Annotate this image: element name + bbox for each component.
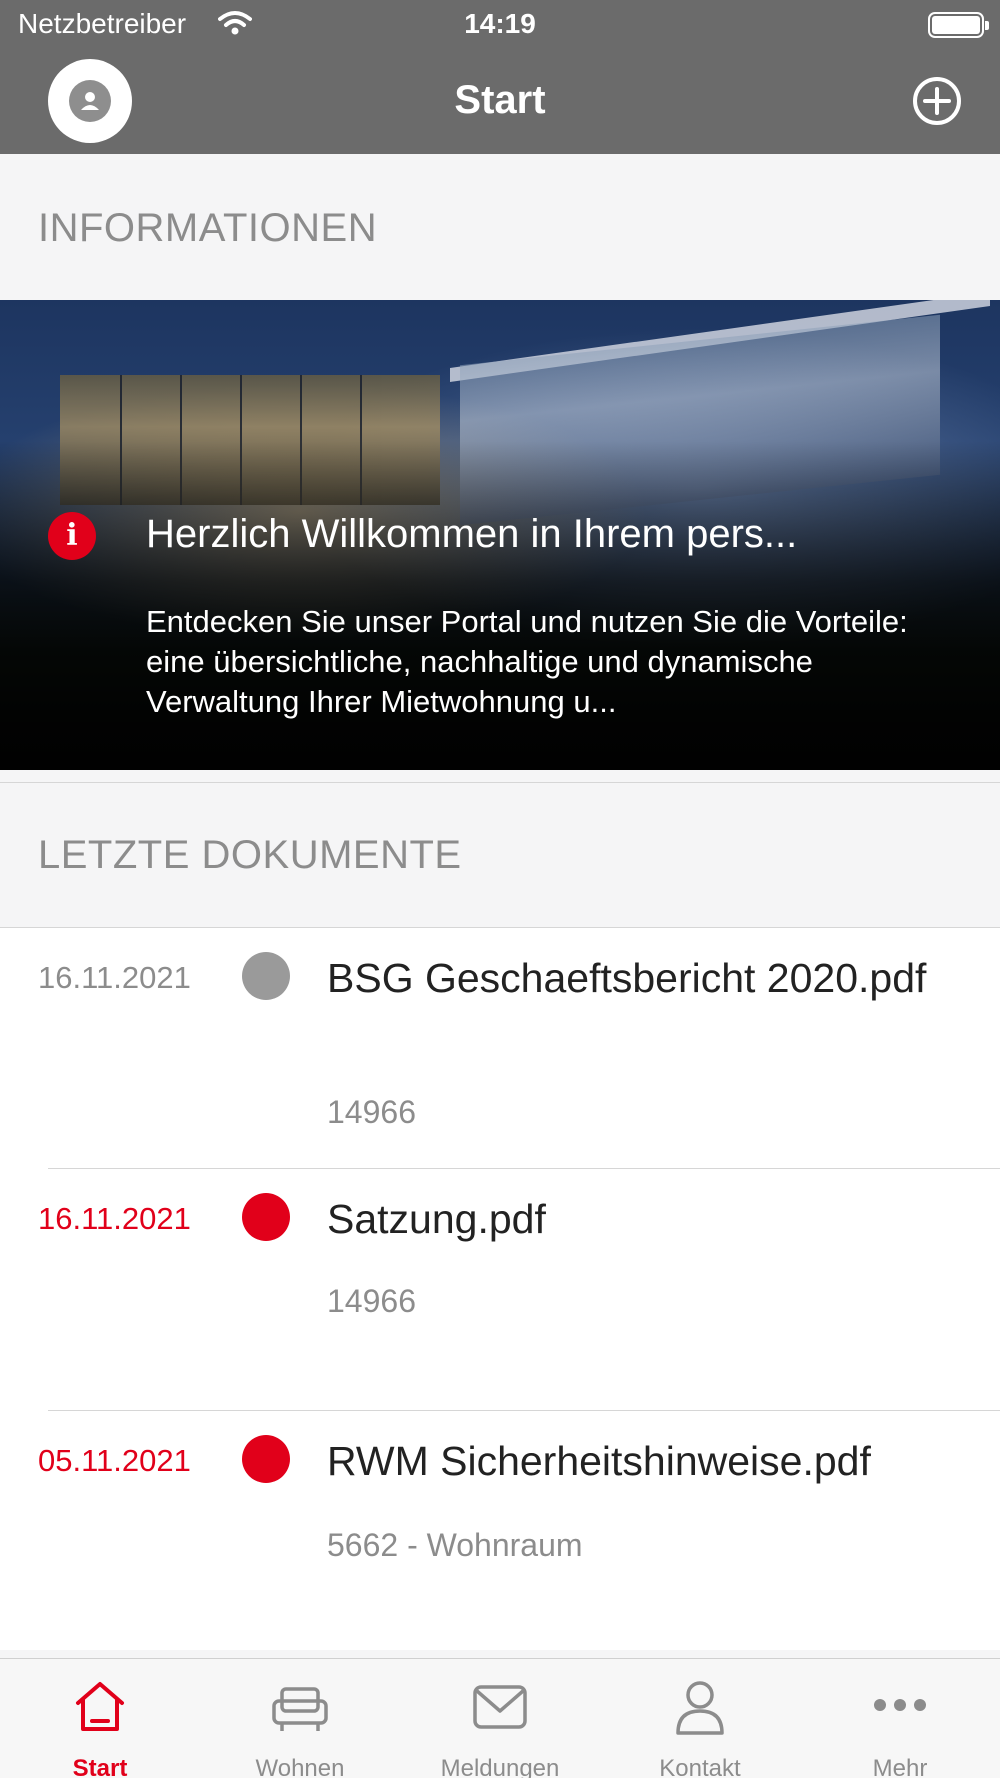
- document-status-dot: [242, 1435, 290, 1483]
- more-dots-icon: [874, 1699, 926, 1711]
- info-icon: i: [48, 512, 96, 560]
- home-icon: [76, 1682, 124, 1731]
- document-list: 16.11.2021 BSG Geschaeftsbericht 2020.pd…: [0, 928, 1000, 1650]
- document-subtitle: 14966: [327, 1094, 416, 1130]
- document-name: BSG Geschaeftsbericht 2020.pdf: [327, 955, 927, 1001]
- tab-label: Mehr: [872, 1755, 928, 1778]
- tab-wohnen[interactable]: Wohnen: [200, 1659, 400, 1778]
- info-section-header: INFORMATIONEN: [0, 154, 1000, 300]
- document-name: RWM Sicherheitshinweise.pdf: [327, 1438, 871, 1484]
- banner-body: Entdecken Sie unser Portal und nutzen Si…: [146, 604, 908, 719]
- document-row[interactable]: 16.11.2021 BSG Geschaeftsbericht 2020.pd…: [0, 928, 1000, 1169]
- document-name: Satzung.pdf: [327, 1196, 546, 1242]
- document-date: 16.11.2021: [38, 960, 191, 995]
- add-circle-icon[interactable]: [912, 76, 962, 126]
- docs-section-header: LETZTE DOKUMENTE: [0, 782, 1000, 928]
- tab-meldungen[interactable]: Meldungen: [400, 1659, 600, 1778]
- tab-kontakt[interactable]: Kontakt: [600, 1659, 800, 1778]
- battery-icon: [928, 12, 989, 38]
- document-date: 16.11.2021: [38, 1201, 191, 1236]
- tab-label: Meldungen: [440, 1755, 560, 1778]
- info-section-title: INFORMATIONEN: [38, 206, 378, 250]
- document-row[interactable]: 16.11.2021 Satzung.pdf 14966: [0, 1169, 1000, 1411]
- document-status-dot: [242, 1193, 290, 1241]
- document-row[interactable]: 05.11.2021 RWM Sicherheitshinweise.pdf 5…: [0, 1411, 1000, 1650]
- tab-label: Start: [72, 1755, 128, 1778]
- welcome-banner[interactable]: i Herzlich Willkommen in Ihrem pers... E…: [0, 300, 1000, 770]
- clock: 14:19: [464, 8, 536, 39]
- status-bar: Netzbetreiber 14:19: [0, 0, 1000, 50]
- nav-bar: Start: [0, 50, 1000, 154]
- tab-start[interactable]: Start: [0, 1659, 200, 1778]
- person-icon: [676, 1681, 724, 1735]
- tab-mehr[interactable]: Mehr: [800, 1659, 1000, 1778]
- document-subtitle: 14966: [327, 1283, 416, 1319]
- envelope-icon: [473, 1685, 527, 1729]
- tab-bar: Start Wohnen Meldungen Kontakt Mehr: [0, 1658, 1000, 1778]
- banner-headline: Herzlich Willkommen in Ihrem pers...: [146, 512, 798, 556]
- tab-label: Kontakt: [659, 1755, 741, 1778]
- document-status-dot: [242, 952, 290, 1000]
- sofa-icon: [272, 1687, 328, 1731]
- tab-label: Wohnen: [255, 1755, 345, 1778]
- docs-section-title: LETZTE DOKUMENTE: [38, 833, 462, 877]
- page-title: Start: [454, 78, 546, 122]
- document-subtitle: 5662 - Wohnraum: [327, 1527, 583, 1563]
- document-date: 05.11.2021: [38, 1443, 191, 1478]
